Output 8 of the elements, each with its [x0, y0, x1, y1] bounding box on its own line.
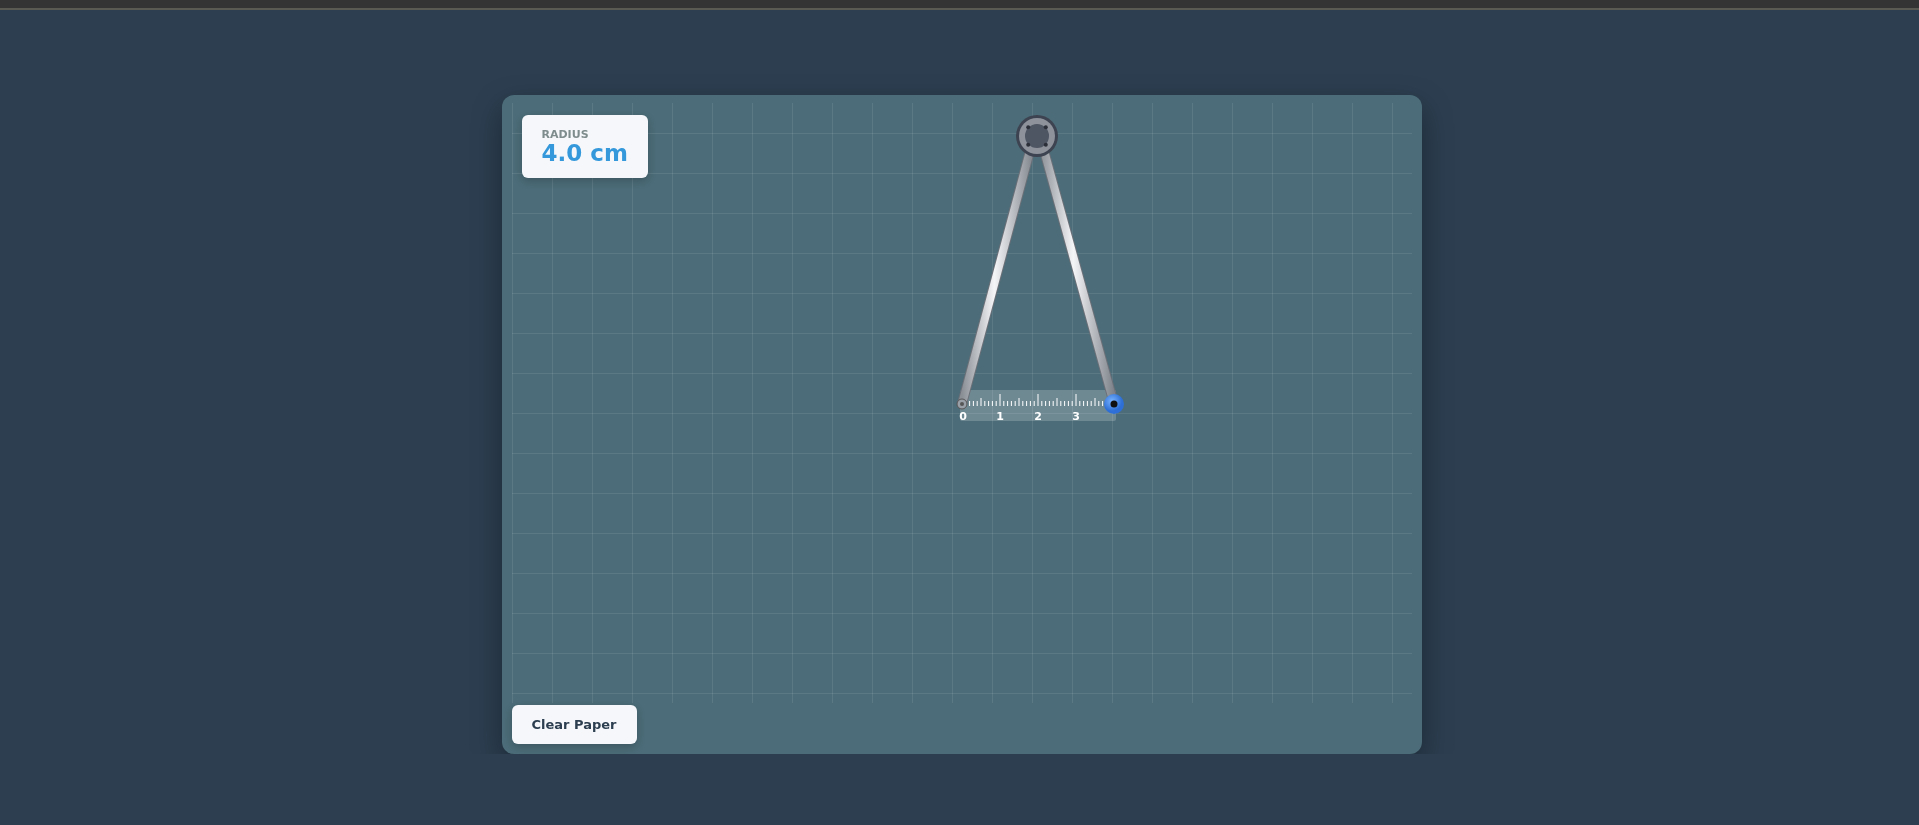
radius-label: RADIUS — [541, 128, 590, 141]
clear-paper-button[interactable]: Clear Paper — [511, 705, 637, 744]
ruler-label: 3 — [1071, 410, 1080, 423]
ruler-label: 1 — [995, 410, 1004, 423]
radius-value: 4.0 cm — [541, 141, 628, 167]
compass-drawing[interactable] — [956, 115, 1124, 414]
ruler-label: 2 — [1033, 410, 1042, 423]
ruler-label: 0 — [958, 410, 967, 423]
